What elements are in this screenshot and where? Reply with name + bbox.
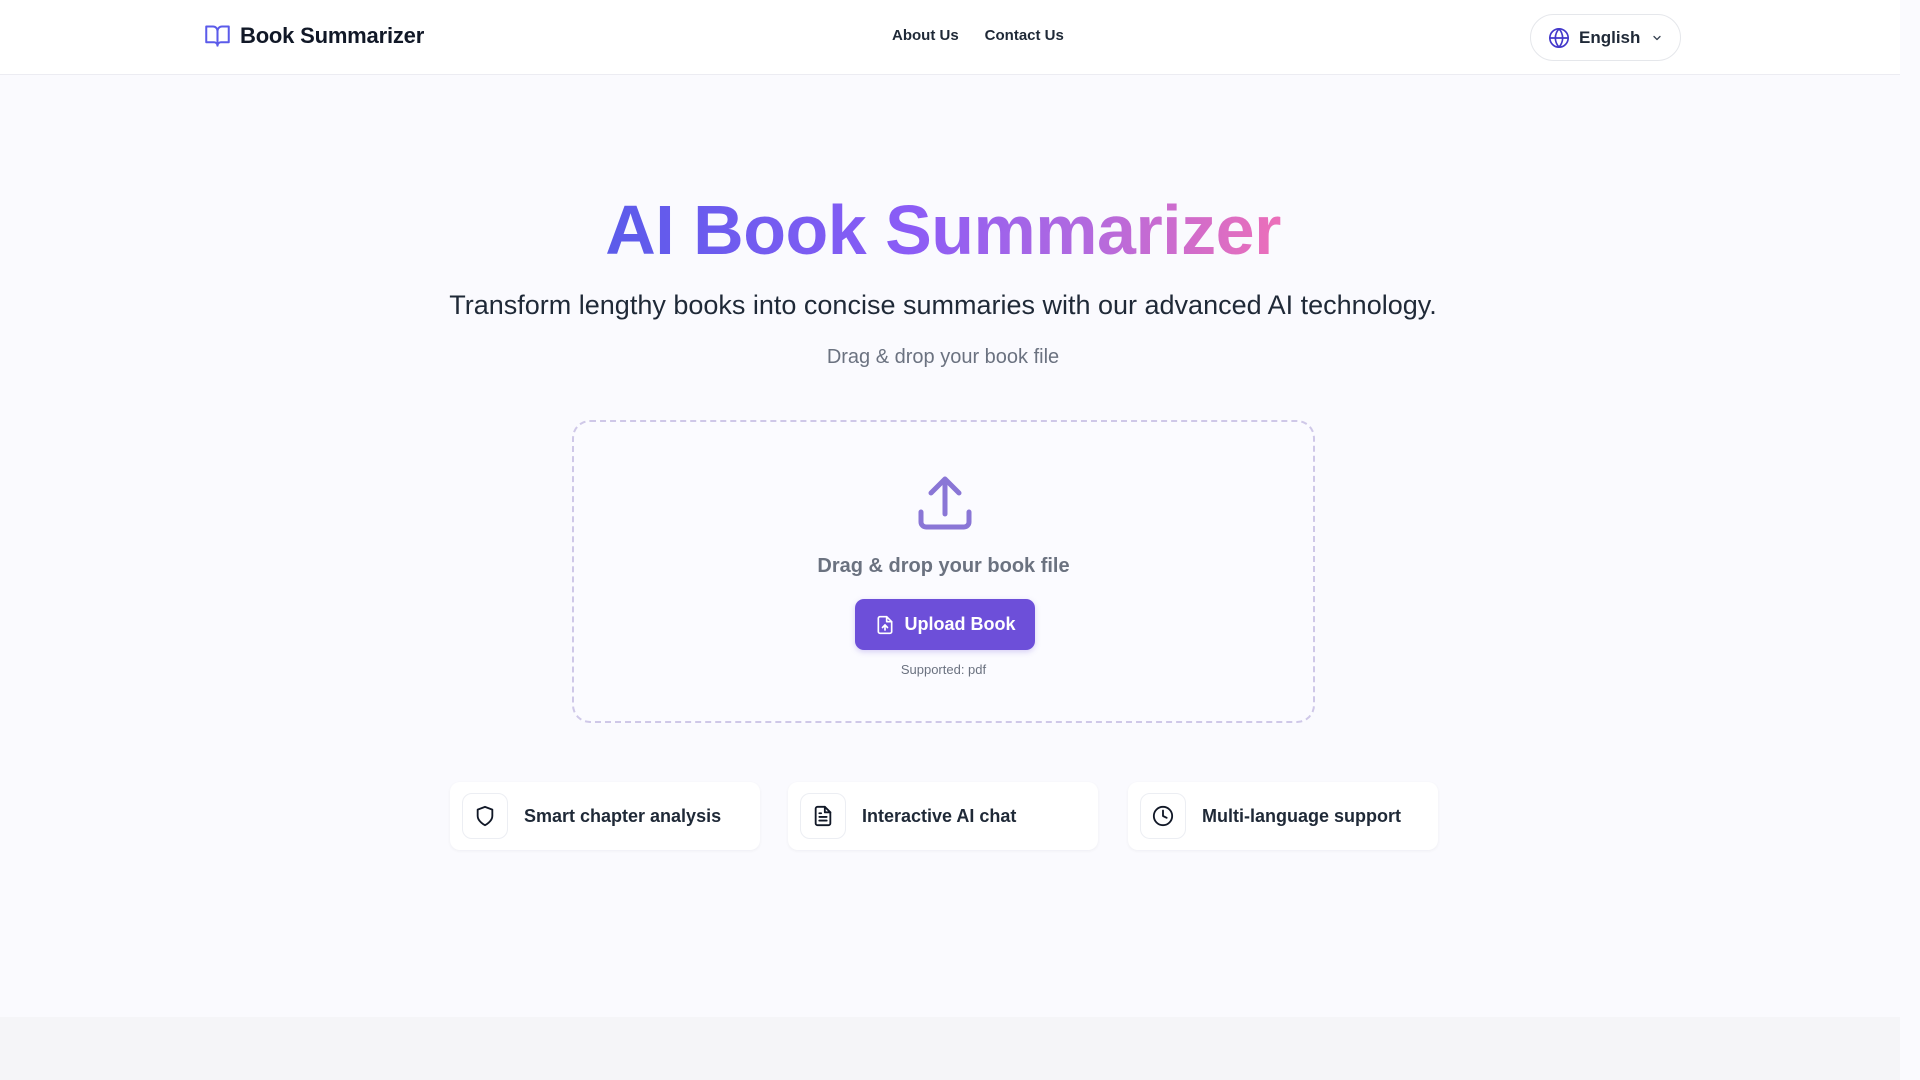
clock-icon bbox=[1152, 805, 1174, 827]
top-navbar: Book Summarizer About Us Contact Us Engl… bbox=[0, 0, 1900, 75]
feature-label: Multi-language support bbox=[1202, 805, 1401, 826]
brand-logo[interactable]: Book Summarizer bbox=[204, 22, 424, 49]
upload-book-label: Upload Book bbox=[904, 614, 1016, 634]
feature-icon-wrap bbox=[1140, 793, 1186, 839]
drag-drop-hint: Drag & drop your book file bbox=[826, 346, 1060, 368]
file-upload-icon bbox=[877, 615, 892, 634]
footer-band bbox=[0, 1017, 1900, 1080]
nav-link-about-us[interactable]: About Us bbox=[892, 27, 959, 44]
shield-icon bbox=[476, 805, 494, 827]
feature-icon-wrap bbox=[462, 793, 508, 839]
document-icon bbox=[814, 805, 832, 827]
feature-label: Smart chapter analysis bbox=[524, 805, 722, 826]
page-title-text: AI Book Summarizer bbox=[605, 191, 1281, 269]
brand-name: Book Summarizer bbox=[240, 22, 425, 48]
file-dropzone[interactable]: Drag & drop your book file Upload Book S… bbox=[572, 420, 1315, 723]
main-nav: About Us Contact Us bbox=[892, 27, 1064, 44]
dropzone-text: Drag & drop your book file bbox=[817, 555, 1070, 577]
globe-icon bbox=[1549, 27, 1569, 48]
feature-card-multi-language-support: Multi-language support bbox=[1128, 782, 1438, 850]
page-subtitle: Transform lengthy books into concise sum… bbox=[449, 290, 1437, 320]
nav-link-contact-us[interactable]: Contact Us bbox=[985, 27, 1064, 44]
feature-label: Interactive AI chat bbox=[862, 805, 1017, 826]
upload-icon bbox=[918, 476, 972, 530]
feature-card-interactive-ai-chat: Interactive AI chat bbox=[788, 782, 1098, 850]
upload-book-button[interactable]: Upload Book bbox=[855, 599, 1035, 650]
supported-formats: Supported: pdf bbox=[900, 662, 987, 677]
feature-icon-wrap bbox=[800, 793, 846, 839]
chevron-down-icon bbox=[1653, 35, 1662, 40]
language-selector[interactable]: English bbox=[1530, 14, 1681, 61]
language-selected-label: English bbox=[1579, 27, 1641, 47]
book-open-icon bbox=[205, 25, 230, 47]
feature-card-smart-chapter-analysis: Smart chapter analysis bbox=[450, 782, 760, 850]
page-title: AI Book Summarizer bbox=[0, 190, 1886, 270]
